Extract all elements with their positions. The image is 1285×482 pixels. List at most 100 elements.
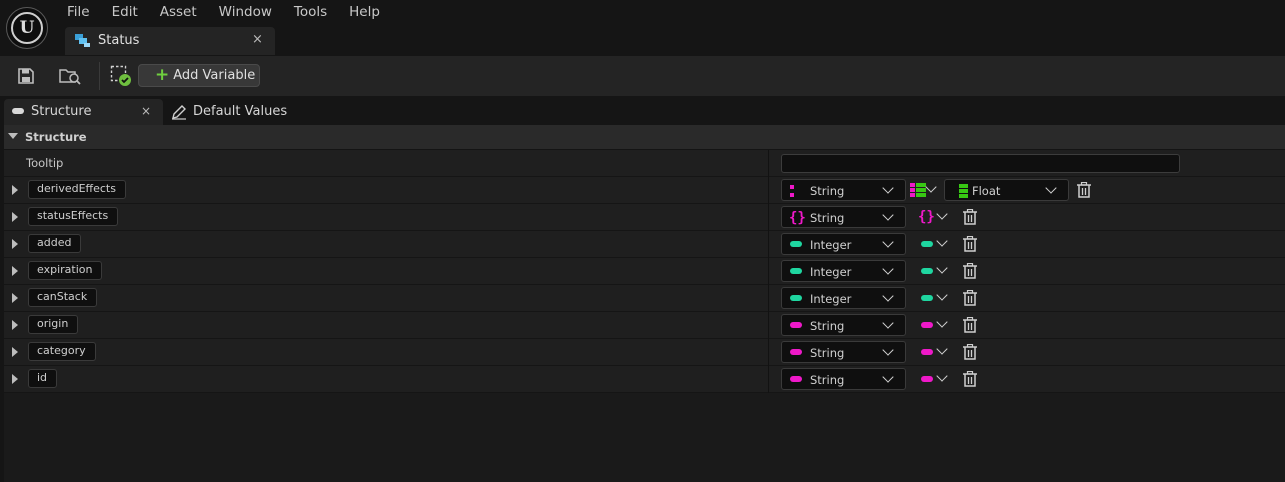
variable-name-input[interactable]: statusEffects <box>28 207 119 226</box>
integer-pin-icon <box>790 241 802 247</box>
string-pin-icon <box>790 322 802 328</box>
tab-structure-close-icon[interactable]: × <box>141 104 151 118</box>
menu-window[interactable]: Window <box>208 0 283 24</box>
map-container-icon <box>910 183 926 200</box>
tooltip-input[interactable] <box>781 154 1180 173</box>
variable-type-label: Integer <box>810 238 852 252</box>
column-splitter[interactable] <box>768 366 769 393</box>
variable-type-dropdown[interactable]: Integer <box>781 260 906 282</box>
container-type-selector[interactable] <box>918 233 952 255</box>
menu-bar: File Edit Asset Window Tools Help <box>56 0 391 24</box>
browse-button[interactable] <box>57 64 83 88</box>
chevron-down-icon <box>882 371 894 383</box>
variable-name-input[interactable]: canStack <box>28 288 98 307</box>
variable-name-input[interactable]: category <box>28 342 96 361</box>
variable-type-dropdown[interactable]: {} String <box>781 206 906 228</box>
container-type-selector[interactable] <box>907 179 941 201</box>
details-panel: Structure × Default Values Structure Too… <box>0 96 1285 482</box>
container-type-selector[interactable] <box>918 260 952 282</box>
unreal-logo-icon[interactable]: U <box>6 7 48 49</box>
variable-name-input[interactable]: id <box>28 369 58 388</box>
single-container-icon <box>921 349 933 355</box>
save-button[interactable] <box>13 64 39 88</box>
variable-type-dropdown[interactable]: String <box>781 341 906 363</box>
title-bar: U File Edit Asset Window Tools Help Stat… <box>0 0 1285 56</box>
column-splitter[interactable] <box>768 285 769 312</box>
category-title: Structure <box>25 130 87 144</box>
structure-tab-icon <box>12 108 24 114</box>
collapse-arrow-icon[interactable] <box>8 133 18 139</box>
variable-row: category String <box>4 339 1285 366</box>
variable-row: id String <box>4 366 1285 393</box>
delete-variable-button[interactable] <box>1077 181 1091 198</box>
variable-name-input[interactable]: expiration <box>28 261 103 280</box>
single-container-icon <box>921 295 933 301</box>
expand-arrow-icon[interactable] <box>12 347 18 357</box>
expand-arrow-icon[interactable] <box>12 374 18 384</box>
column-splitter[interactable] <box>768 204 769 231</box>
delete-variable-button[interactable] <box>963 289 977 306</box>
variable-name-input[interactable]: derivedEffects <box>28 180 126 199</box>
tab-structure[interactable]: Structure × <box>4 99 163 125</box>
tooltip-row: Tooltip <box>4 150 1285 177</box>
trash-icon <box>963 289 977 306</box>
delete-variable-button[interactable] <box>963 235 977 252</box>
column-splitter[interactable] <box>768 231 769 258</box>
chevron-down-icon <box>882 344 894 356</box>
variable-type-label: String <box>810 373 845 387</box>
chevron-down-icon <box>936 343 948 355</box>
column-splitter[interactable] <box>768 258 769 285</box>
trash-icon <box>963 235 977 252</box>
variable-type-dropdown[interactable]: String <box>781 368 906 390</box>
variable-type-dropdown[interactable]: Integer <box>781 233 906 255</box>
validate-button[interactable] <box>108 64 134 88</box>
tab-default-values[interactable]: Default Values <box>163 99 293 125</box>
document-tab-status[interactable]: Status × <box>65 27 275 55</box>
variable-row: origin String <box>4 312 1285 339</box>
value-type-dropdown[interactable]: Float <box>944 179 1069 201</box>
integer-pin-icon <box>790 295 802 301</box>
tooltip-label: Tooltip <box>26 156 64 170</box>
variable-type-dropdown[interactable]: String <box>781 179 906 201</box>
structure-category-header[interactable]: Structure <box>4 125 1285 150</box>
column-splitter[interactable] <box>768 177 769 204</box>
expand-arrow-icon[interactable] <box>12 320 18 330</box>
single-container-icon <box>921 268 933 274</box>
menu-edit[interactable]: Edit <box>101 0 149 24</box>
container-type-selector[interactable]: {} <box>918 206 952 228</box>
container-type-selector[interactable] <box>918 287 952 309</box>
set-container-icon: {} <box>918 208 935 227</box>
column-splitter[interactable] <box>768 150 769 177</box>
menu-tools[interactable]: Tools <box>283 0 338 24</box>
delete-variable-button[interactable] <box>963 208 977 225</box>
expand-arrow-icon[interactable] <box>12 212 18 222</box>
delete-variable-button[interactable] <box>963 262 977 279</box>
delete-variable-button[interactable] <box>963 316 977 333</box>
single-container-icon <box>921 376 933 382</box>
delete-variable-button[interactable] <box>963 370 977 387</box>
menu-file[interactable]: File <box>56 0 101 24</box>
menu-asset[interactable]: Asset <box>149 0 208 24</box>
container-type-selector[interactable] <box>918 314 952 336</box>
expand-arrow-icon[interactable] <box>12 293 18 303</box>
menu-help[interactable]: Help <box>338 0 391 24</box>
document-tab-close-icon[interactable]: × <box>252 32 263 47</box>
variable-name-input[interactable]: origin <box>28 315 79 334</box>
add-variable-button[interactable]: + Add Variable <box>138 64 260 87</box>
container-type-selector[interactable] <box>918 341 952 363</box>
container-type-selector[interactable] <box>918 368 952 390</box>
column-splitter[interactable] <box>768 339 769 366</box>
string-pin-icon <box>790 185 796 200</box>
variable-name-input[interactable]: added <box>28 234 82 253</box>
variable-type-dropdown[interactable]: String <box>781 314 906 336</box>
column-splitter[interactable] <box>768 312 769 339</box>
string-pin-icon <box>790 349 802 355</box>
delete-variable-button[interactable] <box>963 343 977 360</box>
variable-type-label: String <box>810 319 845 333</box>
variable-type-dropdown[interactable]: Integer <box>781 287 906 309</box>
expand-arrow-icon[interactable] <box>12 239 18 249</box>
tab-default-values-label: Default Values <box>193 104 288 119</box>
expand-arrow-icon[interactable] <box>12 266 18 276</box>
value-type-label: Float <box>972 184 1001 198</box>
expand-arrow-icon[interactable] <box>12 185 18 195</box>
